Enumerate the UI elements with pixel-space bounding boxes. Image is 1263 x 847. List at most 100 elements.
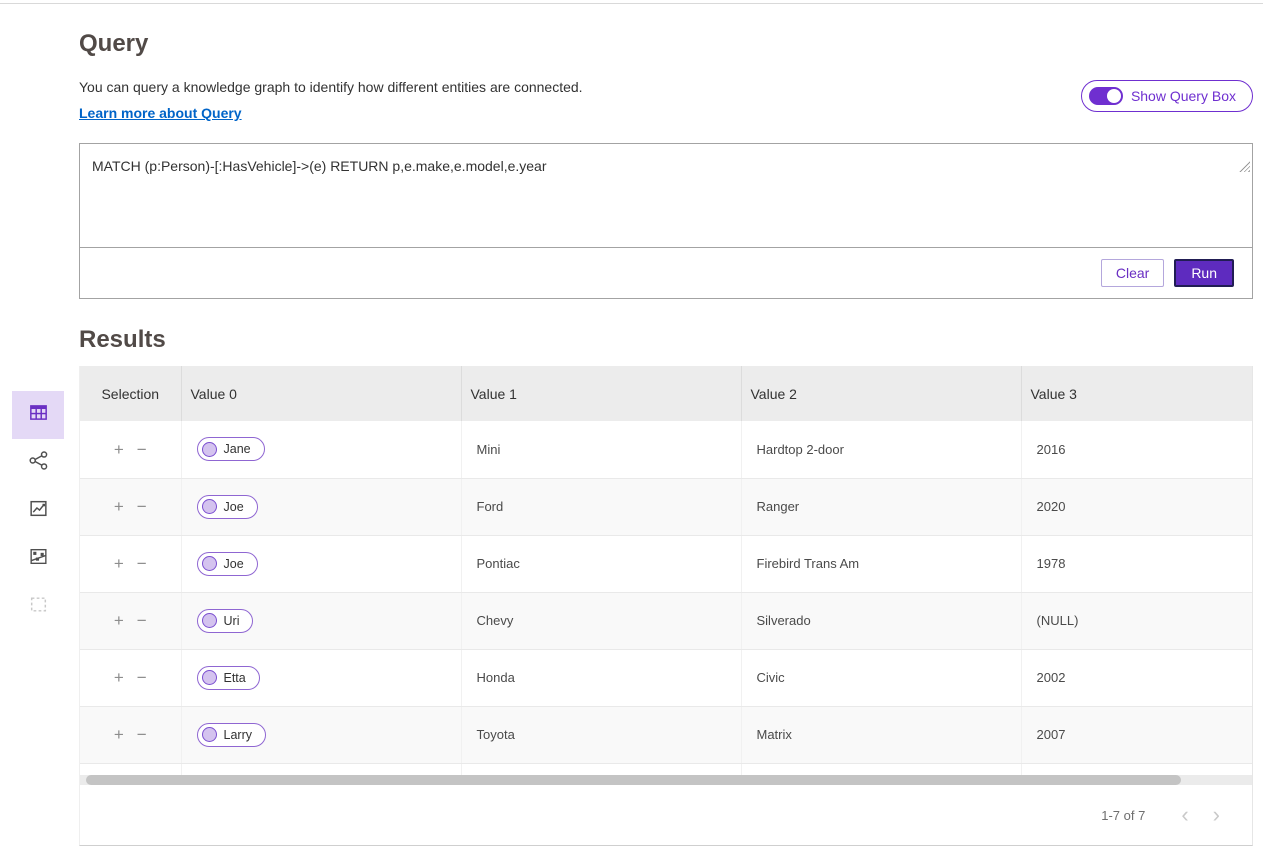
value2-cell: Ranger [741, 478, 1021, 535]
table-row: +− [80, 763, 1252, 775]
remove-from-selection-button[interactable]: − [137, 441, 147, 458]
learn-more-link[interactable]: Learn more about Query [79, 105, 242, 121]
results-table-header: Selection Value 0 Value 1 Value 2 Value … [80, 366, 1252, 421]
value2-cell [741, 763, 1021, 775]
table-row: +− Larry Toyota Matrix 2007 [80, 706, 1252, 763]
map-view-button[interactable] [12, 535, 64, 583]
value3-cell: 1978 [1021, 535, 1252, 592]
value0-cell: Etta [181, 649, 461, 706]
entity-node-icon [202, 442, 217, 457]
entity-chip[interactable]: Joe [197, 495, 258, 519]
add-to-selection-button[interactable]: + [114, 441, 124, 458]
graph-view-button[interactable] [12, 439, 64, 487]
chart-icon [28, 498, 49, 524]
query-box: MATCH (p:Person)-[:HasVehicle]->(e) RETU… [79, 143, 1253, 299]
value3-cell: 2007 [1021, 706, 1252, 763]
results-view-rail [12, 391, 64, 631]
value0-cell: Joe [181, 535, 461, 592]
value3-cell: 2016 [1021, 421, 1252, 478]
value0-cell: Larry [181, 706, 461, 763]
entity-chip[interactable]: Etta [197, 666, 260, 690]
table-row: +− Uri Chevy Silverado (NULL) [80, 592, 1252, 649]
add-to-selection-button[interactable]: + [114, 669, 124, 686]
value2-cell: Silverado [741, 592, 1021, 649]
value1-cell: Toyota [461, 706, 741, 763]
value1-cell: Honda [461, 649, 741, 706]
value1-cell [461, 763, 741, 775]
remove-from-selection-button[interactable]: − [137, 726, 147, 743]
toggle-label: Show Query Box [1131, 88, 1236, 104]
toggle-switch-icon [1089, 87, 1123, 105]
add-to-selection-button[interactable]: + [114, 726, 124, 743]
entity-chip-label: Uri [224, 614, 240, 628]
pagination-range-label: 1-7 of 7 [1101, 808, 1145, 823]
results-title: Results [79, 326, 1253, 354]
value3-cell: 2002 [1021, 649, 1252, 706]
entity-node-icon [202, 499, 217, 514]
table-icon [28, 402, 49, 428]
value0-cell: Jane [181, 421, 461, 478]
column-header-value3: Value 3 [1021, 366, 1252, 421]
entity-chip-label: Joe [224, 557, 244, 571]
value1-cell: Chevy [461, 592, 741, 649]
column-header-selection: Selection [80, 366, 181, 421]
selection-cell: +− [80, 649, 181, 706]
pagination-bar: 1-7 of 7 ‹ › [80, 785, 1252, 845]
add-to-selection-button[interactable]: + [114, 555, 124, 572]
table-view-button[interactable] [12, 391, 64, 439]
page-top-divider [0, 0, 1263, 4]
value0-cell: Uri [181, 592, 461, 649]
show-query-box-toggle[interactable]: Show Query Box [1081, 80, 1253, 112]
horizontal-scrollbar-thumb[interactable] [86, 775, 1181, 785]
pagination-prev-button[interactable]: ‹ [1169, 804, 1200, 826]
table-row: +− Jane Mini Hardtop 2-door 2016 [80, 421, 1252, 478]
value2-cell: Firebird Trans Am [741, 535, 1021, 592]
column-header-value1: Value 1 [461, 366, 741, 421]
remove-from-selection-button[interactable]: − [137, 498, 147, 515]
query-input[interactable]: MATCH (p:Person)-[:HasVehicle]->(e) RETU… [80, 144, 1252, 248]
chart-view-button[interactable] [12, 487, 64, 535]
query-description: You can query a knowledge graph to ident… [79, 78, 583, 96]
entity-chip-label: Joe [224, 500, 244, 514]
run-button[interactable]: Run [1174, 259, 1234, 287]
table-row: +− Joe Pontiac Firebird Trans Am 1978 [80, 535, 1252, 592]
entity-chip[interactable]: Uri [197, 609, 254, 633]
value2-cell: Matrix [741, 706, 1021, 763]
marquee-select-icon [28, 594, 49, 620]
pagination-next-button[interactable]: › [1201, 804, 1232, 826]
selection-cell: +− [80, 478, 181, 535]
value2-cell: Civic [741, 649, 1021, 706]
entity-chip[interactable]: Joe [197, 552, 258, 576]
add-to-selection-button[interactable]: + [114, 498, 124, 515]
query-title: Query [79, 30, 1253, 58]
entity-node-icon [202, 727, 217, 742]
results-table-body: +− Jane Mini Hardtop 2-door 2016 +− Joe … [80, 421, 1252, 775]
value1-cell: Pontiac [461, 535, 741, 592]
value3-cell: (NULL) [1021, 592, 1252, 649]
clear-button[interactable]: Clear [1101, 259, 1164, 287]
add-to-selection-button[interactable]: + [114, 612, 124, 629]
entity-chip[interactable]: Larry [197, 723, 266, 747]
selection-cell: +− [80, 706, 181, 763]
table-row: +− Joe Ford Ranger 2020 [80, 478, 1252, 535]
results-table-body-viewport: +− Jane Mini Hardtop 2-door 2016 +− Joe … [80, 421, 1252, 775]
value3-cell: 2020 [1021, 478, 1252, 535]
value0-cell [181, 763, 461, 775]
remove-from-selection-button[interactable]: − [137, 612, 147, 629]
entity-node-icon [202, 670, 217, 685]
entity-chip-label: Etta [224, 671, 246, 685]
table-row: +− Etta Honda Civic 2002 [80, 649, 1252, 706]
link-chart-icon [28, 450, 49, 476]
remove-from-selection-button[interactable]: − [137, 555, 147, 572]
entity-chip[interactable]: Jane [197, 437, 265, 461]
remove-from-selection-button[interactable]: − [137, 669, 147, 686]
entity-node-icon [202, 556, 217, 571]
column-header-value0: Value 0 [181, 366, 461, 421]
value0-cell: Joe [181, 478, 461, 535]
value3-cell [1021, 763, 1252, 775]
query-page: Query You can query a knowledge graph to… [79, 30, 1253, 846]
horizontal-scrollbar-track[interactable] [80, 775, 1252, 785]
value2-cell: Hardtop 2-door [741, 421, 1021, 478]
entity-chip-label: Jane [224, 442, 251, 456]
entity-chip-label: Larry [224, 728, 252, 742]
